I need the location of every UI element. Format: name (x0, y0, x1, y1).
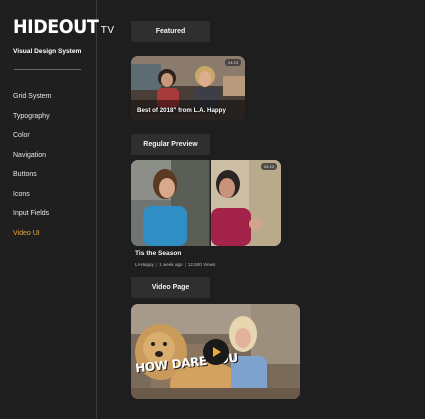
sidebar-item-input-fields[interactable]: Input Fields (13, 210, 52, 230)
design-system-title: Visual Design System (13, 48, 82, 55)
video-page-player[interactable]: HOW DARE YOU (131, 304, 300, 399)
video-page-section-label: Video Page (131, 277, 210, 298)
meta-separator: | (184, 262, 186, 267)
featured-video-card[interactable]: 04:23 Best of 2018" from L.A. Happy (131, 56, 245, 120)
sidebar: HIDEOUT TV Visual Design System Grid Sys… (0, 0, 114, 419)
logo[interactable]: HIDEOUT TV (13, 17, 115, 37)
sidebar-item-color[interactable]: Color (13, 132, 52, 152)
regular-duration: 04:23 (260, 163, 277, 170)
regular-preview-section-label: Regular Preview (131, 134, 210, 155)
regular-video-title[interactable]: Tis the Season (135, 250, 181, 257)
meta-separator: | (155, 262, 158, 267)
sidebar-item-typography[interactable]: Typography (13, 113, 52, 133)
sidebar-nav: Grid System Typography Color Navigation … (13, 93, 52, 249)
logo-wordmark: HIDEOUT (13, 16, 99, 38)
sidebar-item-video-ui[interactable]: Video UI (13, 230, 52, 250)
sidebar-item-grid-system[interactable]: Grid System (13, 93, 52, 113)
play-icon (213, 347, 221, 357)
video-age: 1 week ago (159, 262, 183, 267)
regular-video-card[interactable]: 04:23 (131, 160, 281, 246)
play-button[interactable] (203, 339, 229, 365)
sidebar-item-navigation[interactable]: Navigation (13, 152, 52, 172)
video-channel[interactable]: LAHappy (135, 262, 154, 267)
featured-caption: Best of 2018" from L.A. Happy (137, 107, 226, 114)
featured-section-label: Featured (131, 21, 210, 42)
video-views: 12,500 Views (187, 262, 216, 267)
featured-duration: 04:23 (224, 59, 241, 66)
regular-thumbnail (131, 160, 281, 246)
logo-tv: TV (100, 25, 115, 36)
sidebar-divider (14, 69, 81, 70)
sidebar-item-icons[interactable]: Icons (13, 191, 52, 211)
sidebar-item-buttons[interactable]: Buttons (13, 171, 52, 191)
regular-video-meta: LAHappy | 1 week ago | 12,500 Views (135, 262, 215, 267)
